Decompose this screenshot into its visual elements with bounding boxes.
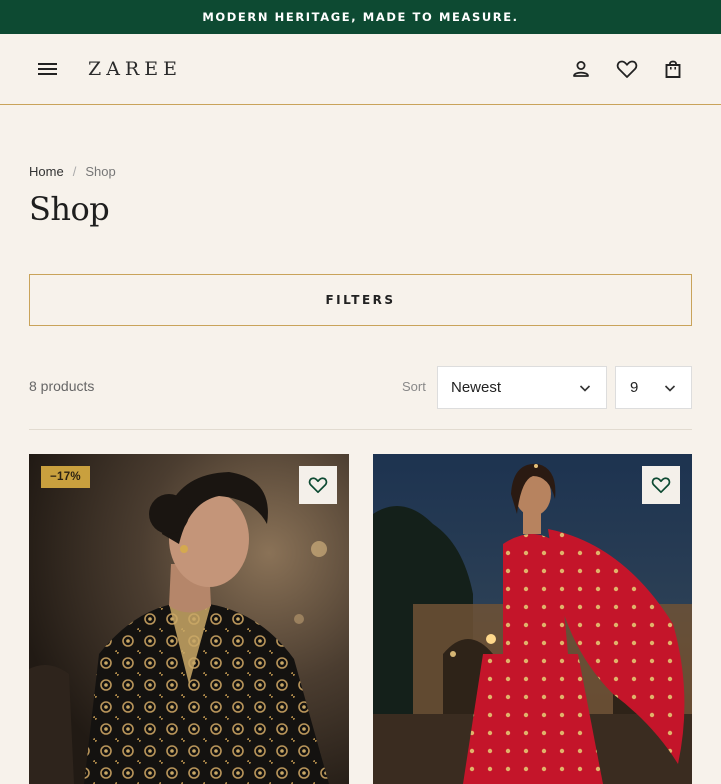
sort-select[interactable]: Newest [437,366,607,409]
filters-button[interactable]: FILTERS [29,274,692,326]
per-page-value: 9 [630,379,639,396]
add-to-wishlist-button[interactable] [642,466,680,504]
toolbar-divider [29,429,692,430]
breadcrumb-separator: / [72,164,77,179]
product-count: 8 products [29,378,95,394]
breadcrumb: Home / Shop [29,164,116,179]
page-title: Shop [29,190,110,228]
bag-icon[interactable] [661,56,685,82]
heart-icon [308,477,328,494]
product-card[interactable] [373,454,692,784]
sort-select-value: Newest [451,379,502,396]
sort-label: Sort [402,379,426,394]
product-card[interactable]: −17% [29,454,349,784]
chevron-down-icon [664,385,676,392]
heart-icon[interactable] [615,56,639,82]
chevron-down-icon [579,385,591,392]
account-icon[interactable] [569,56,593,82]
site-header: ZAREE [0,34,721,105]
menu-icon[interactable] [37,58,59,80]
per-page-select[interactable]: 9 [615,366,692,409]
add-to-wishlist-button[interactable] [299,466,337,504]
heart-icon [651,477,671,494]
site-logo[interactable]: ZAREE [88,58,182,80]
announcement-bar: MODERN HERITAGE, MADE TO MEASURE. [0,0,721,34]
discount-badge: −17% [41,466,90,488]
breadcrumb-home-link[interactable]: Home [29,164,64,179]
breadcrumb-current: Shop [85,164,116,179]
